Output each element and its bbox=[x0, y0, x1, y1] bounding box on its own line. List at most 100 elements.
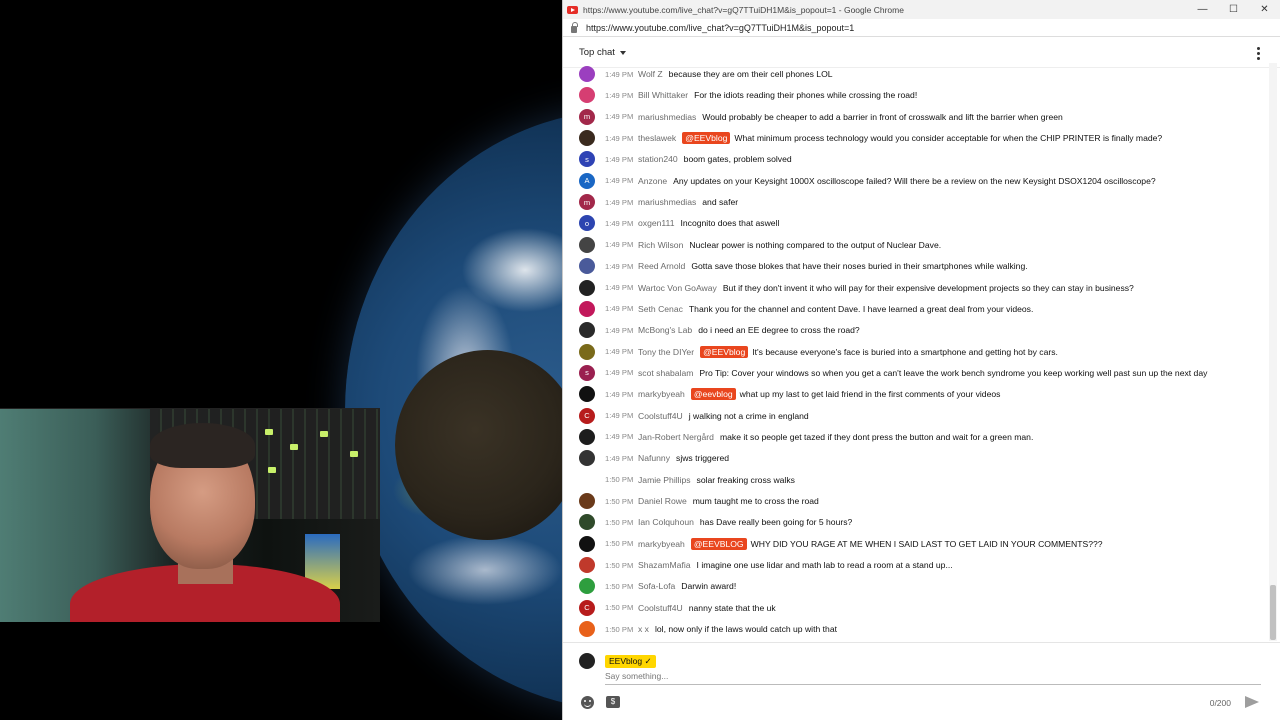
message-timestamp: 1:49 PM bbox=[605, 261, 634, 271]
user-avatar[interactable] bbox=[579, 514, 595, 531]
chat-message[interactable]: 1:49 PM Nafunny sjws triggered bbox=[579, 448, 1269, 468]
moon-background-image bbox=[395, 350, 580, 540]
chat-message[interactable]: 1:49 PM Bill Whittaker For the idiots read… bbox=[579, 85, 1269, 105]
user-avatar[interactable] bbox=[579, 279, 595, 296]
user-avatar[interactable]: A bbox=[579, 172, 595, 189]
message-author[interactable]: station240 bbox=[638, 154, 678, 164]
chat-message[interactable]: 1:50 PM Sofa-Lofa Darwin award! bbox=[579, 576, 1269, 596]
message-text: and safer bbox=[702, 197, 739, 208]
user-avatar[interactable] bbox=[579, 621, 595, 638]
user-avatar[interactable]: s bbox=[579, 151, 595, 168]
message-author[interactable]: Seth Cenac bbox=[638, 304, 683, 314]
chat-scrollbar[interactable] bbox=[1269, 63, 1277, 641]
user-avatar[interactable]: m bbox=[579, 108, 595, 125]
chat-scrollbar-thumb[interactable] bbox=[1270, 585, 1276, 640]
user-avatar[interactable] bbox=[579, 343, 595, 360]
close-button[interactable]: ✕ bbox=[1249, 0, 1280, 19]
message-author[interactable]: mariushmedias bbox=[638, 112, 696, 122]
chat-message[interactable]: 1:49 PM Seth Cenac Thank you for the chann… bbox=[579, 299, 1269, 319]
message-author[interactable]: Wolf Z bbox=[638, 69, 663, 79]
user-avatar[interactable]: s bbox=[579, 364, 595, 381]
chat-message[interactable]: 1:49 PM Reed Arnold Gotta save those bloke… bbox=[579, 256, 1269, 276]
message-author[interactable]: Rich Wilson bbox=[638, 240, 683, 250]
emoji-icon[interactable] bbox=[581, 696, 594, 709]
chat-message[interactable]: 1:50 PM Jamie Phillips solar freaking cros… bbox=[579, 470, 1269, 490]
user-avatar[interactable] bbox=[579, 386, 595, 403]
chat-message[interactable]: C 1:49 PM Coolstuff4U j walking not a crime… bbox=[579, 406, 1269, 426]
message-author[interactable]: Bill Whittaker bbox=[638, 90, 688, 100]
user-avatar[interactable] bbox=[579, 87, 595, 104]
user-avatar[interactable] bbox=[579, 493, 595, 509]
message-author[interactable]: Sofa-Lofa bbox=[638, 581, 675, 591]
more-options-icon[interactable] bbox=[1257, 47, 1260, 62]
message-author[interactable]: McBong's Lab bbox=[638, 325, 692, 335]
message-author[interactable]: ShazamMafia bbox=[638, 560, 691, 570]
superchat-icon[interactable]: $ bbox=[606, 696, 620, 708]
user-avatar[interactable]: o bbox=[579, 215, 595, 232]
user-avatar[interactable]: C bbox=[579, 599, 595, 616]
chat-message[interactable]: o 1:49 PM oxgen111 Incognito does that aswe… bbox=[579, 213, 1269, 233]
user-avatar[interactable] bbox=[579, 66, 595, 82]
message-author[interactable]: oxgen111 bbox=[638, 218, 674, 228]
message-author[interactable]: mariushmedias bbox=[638, 197, 696, 207]
chat-input[interactable]: Say something... bbox=[605, 671, 668, 681]
chat-message[interactable]: 1:50 PM ShazamMafia I imagine one use lida… bbox=[579, 555, 1269, 575]
url-text[interactable]: https://www.youtube.com/live_chat?v=gQ7T… bbox=[586, 23, 854, 33]
user-avatar[interactable] bbox=[579, 130, 595, 147]
chat-message[interactable]: 1:50 PM Daniel Rowe mum taught me to cross… bbox=[579, 491, 1269, 511]
chat-message[interactable]: A 1:49 PM Anzone Any updates on your Keysig… bbox=[579, 171, 1269, 191]
message-author[interactable]: Tony the DIYer bbox=[638, 347, 694, 357]
user-avatar[interactable] bbox=[579, 450, 595, 467]
chat-message[interactable]: 1:49 PM Wolf Z because they are om their c… bbox=[579, 64, 1269, 84]
user-avatar[interactable] bbox=[579, 300, 595, 317]
user-avatar[interactable] bbox=[579, 578, 595, 595]
message-author[interactable]: scot shabalam bbox=[638, 368, 693, 378]
message-author[interactable]: Jan-Robert Nergård bbox=[638, 432, 714, 442]
chat-message[interactable]: 1:49 PM Tony the DIYer @EEVblog It's becaus… bbox=[579, 342, 1269, 362]
message-author[interactable]: markybyeah bbox=[638, 539, 685, 549]
message-author[interactable]: theslawek bbox=[638, 133, 676, 143]
chat-message[interactable]: 1:49 PM Rich Wilson Nuclear power is nothi… bbox=[579, 235, 1269, 255]
user-avatar[interactable]: C bbox=[579, 407, 595, 424]
maximize-button[interactable]: ☐ bbox=[1218, 0, 1249, 19]
chat-message[interactable]: 1:49 PM McBong's Lab do i need an EE degre… bbox=[579, 320, 1269, 340]
chat-message[interactable]: C 1:50 PM Coolstuff4U nanny state that the … bbox=[579, 598, 1269, 618]
chat-mode-dropdown[interactable]: Top chat bbox=[579, 47, 626, 58]
message-text: what up my last to get laid friend in th… bbox=[739, 389, 1001, 400]
message-author[interactable]: Daniel Rowe bbox=[638, 496, 687, 506]
message-author[interactable]: markybyeah bbox=[638, 389, 685, 399]
message-author[interactable]: Nafunny bbox=[638, 453, 670, 463]
chat-message[interactable]: m 1:49 PM mariushmedias and safer bbox=[579, 192, 1269, 212]
chat-message[interactable]: 1:49 PM Jan-Robert Nergård make it so peop… bbox=[579, 427, 1269, 447]
message-author[interactable]: x x bbox=[638, 624, 649, 634]
message-text: nanny state that the uk bbox=[688, 602, 776, 613]
chat-message[interactable]: s 1:49 PM station240 boom gates, problem so… bbox=[579, 149, 1269, 169]
send-icon[interactable] bbox=[1245, 696, 1259, 708]
chat-message[interactable]: s 1:49 PM scot shabalam Pro Tip: Cover your… bbox=[579, 363, 1269, 383]
address-bar[interactable]: https://www.youtube.com/live_chat?v=gQ7T… bbox=[563, 19, 1280, 37]
message-author[interactable]: Anzone bbox=[638, 176, 667, 186]
user-avatar[interactable]: m bbox=[579, 194, 595, 211]
chat-message[interactable]: 1:50 PM x x lol, now only if the laws woul… bbox=[579, 619, 1269, 639]
user-avatar[interactable] bbox=[579, 322, 595, 339]
minimize-button[interactable]: — bbox=[1187, 0, 1218, 19]
message-author[interactable]: Wartoc Von GoAway bbox=[638, 283, 717, 293]
user-avatar[interactable] bbox=[579, 428, 595, 445]
message-author[interactable]: Coolstuff4U bbox=[638, 603, 683, 613]
chat-message[interactable]: 1:50 PM markybyeah @EEVBLOG WHY DID YOU RAG… bbox=[579, 534, 1269, 554]
user-avatar[interactable] bbox=[579, 258, 595, 275]
chat-input-underline bbox=[605, 684, 1261, 685]
user-avatar[interactable] bbox=[579, 535, 595, 552]
chat-message[interactable]: 1:49 PM markybyeah @eevblog what up my last… bbox=[579, 384, 1269, 404]
user-avatar[interactable] bbox=[579, 236, 595, 253]
chat-message[interactable]: 1:49 PM theslawek @EEVblog What minimum pro… bbox=[579, 128, 1269, 148]
user-avatar[interactable] bbox=[579, 557, 595, 574]
message-author[interactable]: Jamie Phillips bbox=[638, 475, 691, 485]
user-avatar[interactable] bbox=[579, 471, 595, 488]
chat-message[interactable]: 1:49 PM Wartoc Von GoAway But if they don'… bbox=[579, 278, 1269, 298]
message-author[interactable]: Ian Colquhoun bbox=[638, 517, 694, 527]
chat-message[interactable]: m 1:49 PM mariushmedias Would probably be c… bbox=[579, 107, 1269, 127]
message-author[interactable]: Reed Arnold bbox=[638, 261, 685, 271]
message-author[interactable]: Coolstuff4U bbox=[638, 411, 683, 421]
chat-message[interactable]: 1:50 PM Ian Colquhoun has Dave really been… bbox=[579, 512, 1269, 532]
